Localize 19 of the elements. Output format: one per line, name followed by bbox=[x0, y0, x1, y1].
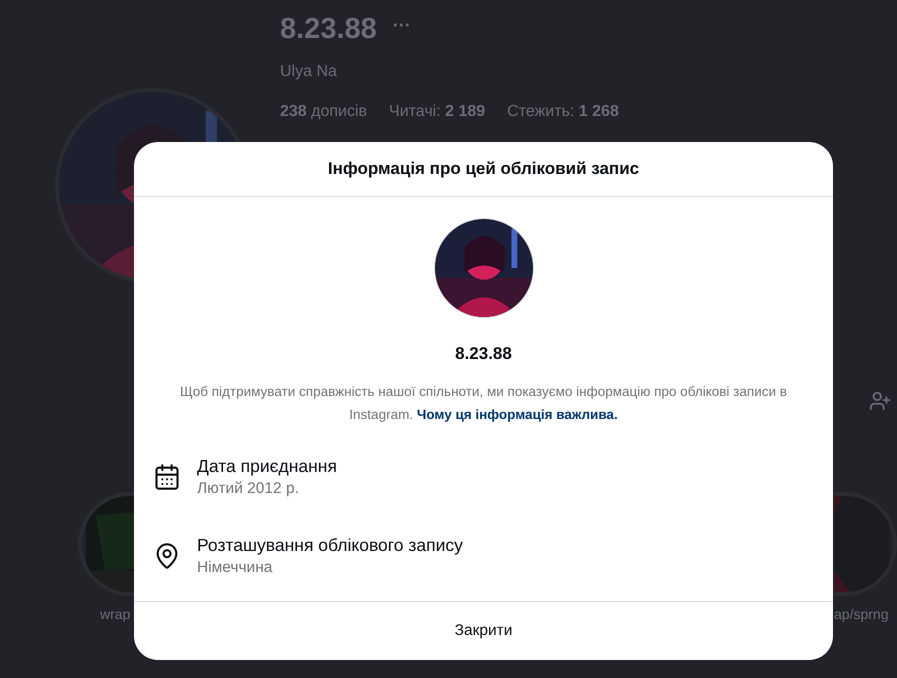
calendar-icon bbox=[153, 462, 181, 490]
full-name: Ulya Na bbox=[280, 62, 338, 82]
profile-username: 8.23.88 bbox=[280, 12, 377, 47]
highlight-label[interactable]: wrap bbox=[100, 604, 130, 625]
info-title: Розташування облікового запису bbox=[197, 534, 463, 556]
close-button[interactable]: Закрити bbox=[438, 615, 528, 647]
highlight-label[interactable]: ap/sprng bbox=[834, 604, 888, 625]
info-title: Дата приєднання bbox=[197, 454, 337, 478]
profile-stat[interactable]: Стежить: 1 268 bbox=[507, 100, 619, 124]
profile-stat[interactable]: 238 дописів bbox=[280, 100, 368, 124]
profile-stat[interactable]: Читачі: 2 189 bbox=[389, 100, 486, 124]
dialog-title: Інформація про цей обліковий запис bbox=[328, 158, 640, 180]
info-value: Німеччина bbox=[197, 558, 274, 578]
add-person-icon[interactable] bbox=[869, 390, 891, 412]
account-username: 8.23.88 bbox=[455, 343, 512, 365]
more-options[interactable]: ··· bbox=[392, 12, 411, 40]
why-info-matters-link[interactable]: Чому ця інформація важлива. bbox=[416, 406, 618, 422]
dialog-description: Щоб підтримувати справжність нашої спільноти, ми показуємо інформацію про облікові записи в Instagram. Чому ця інформація важлива. bbox=[179, 382, 788, 424]
info-value: Лютий 2012 р. bbox=[197, 478, 300, 498]
